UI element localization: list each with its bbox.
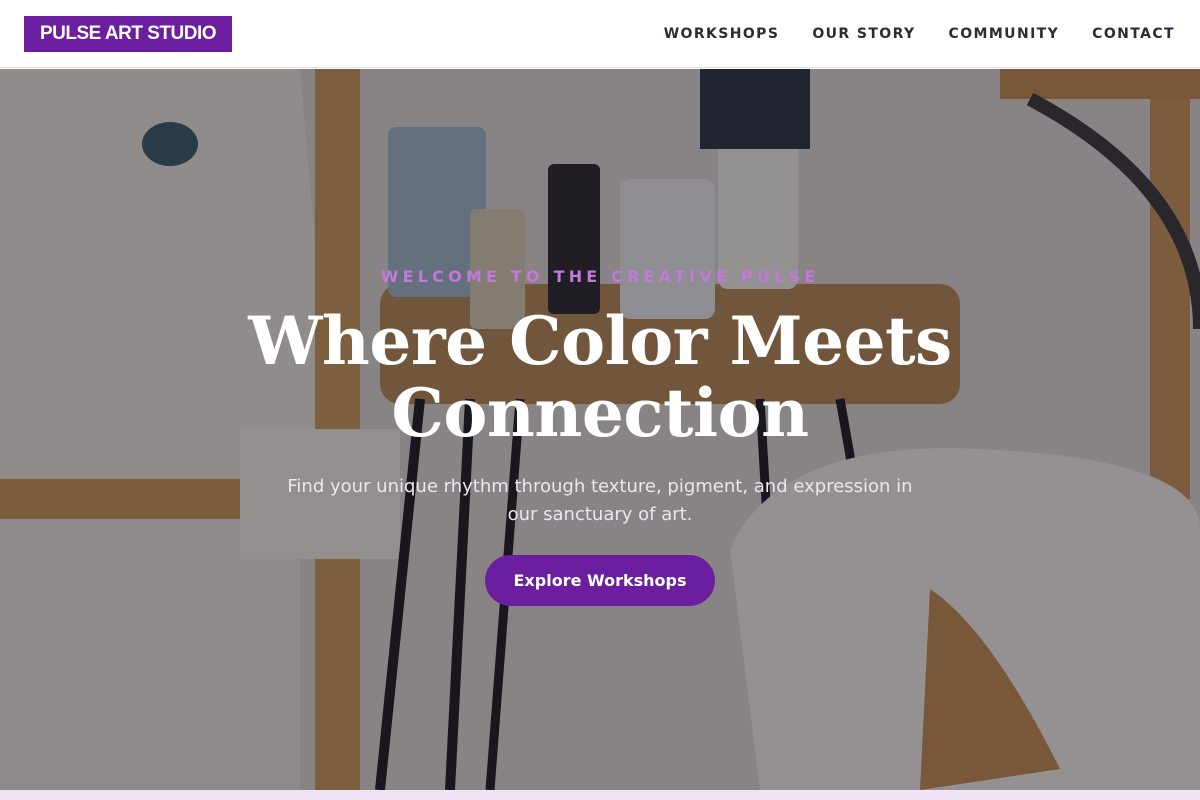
explore-workshops-button[interactable]: Explore Workshops <box>485 555 715 606</box>
site-header: PULSE ART STUDIO WORKSHOPS OUR STORY COM… <box>0 0 1200 68</box>
hero-headline-line2: Connection <box>391 374 809 452</box>
nav-workshops[interactable]: WORKSHOPS <box>664 26 780 42</box>
hero-content: WELCOME TO THE CREATIVE PULSE Where Colo… <box>0 69 1200 790</box>
nav-our-story[interactable]: OUR STORY <box>812 26 915 42</box>
nav-contact[interactable]: CONTACT <box>1092 26 1175 42</box>
hero-headline-line1: Where Color Meets <box>248 302 952 380</box>
hero-subtitle: Find your unique rhythm through texture,… <box>287 476 913 525</box>
nav-community[interactable]: COMMUNITY <box>949 26 1060 42</box>
next-section-edge <box>0 790 1200 800</box>
hero-section: WELCOME TO THE CREATIVE PULSE Where Colo… <box>0 69 1200 790</box>
logo[interactable]: PULSE ART STUDIO <box>24 15 233 52</box>
hero-eyebrow: WELCOME TO THE CREATIVE PULSE <box>380 267 820 286</box>
main-nav: WORKSHOPS OUR STORY COMMUNITY CONTACT <box>664 26 1176 42</box>
hero-headline: Where Color Meets Connection <box>0 305 1200 449</box>
